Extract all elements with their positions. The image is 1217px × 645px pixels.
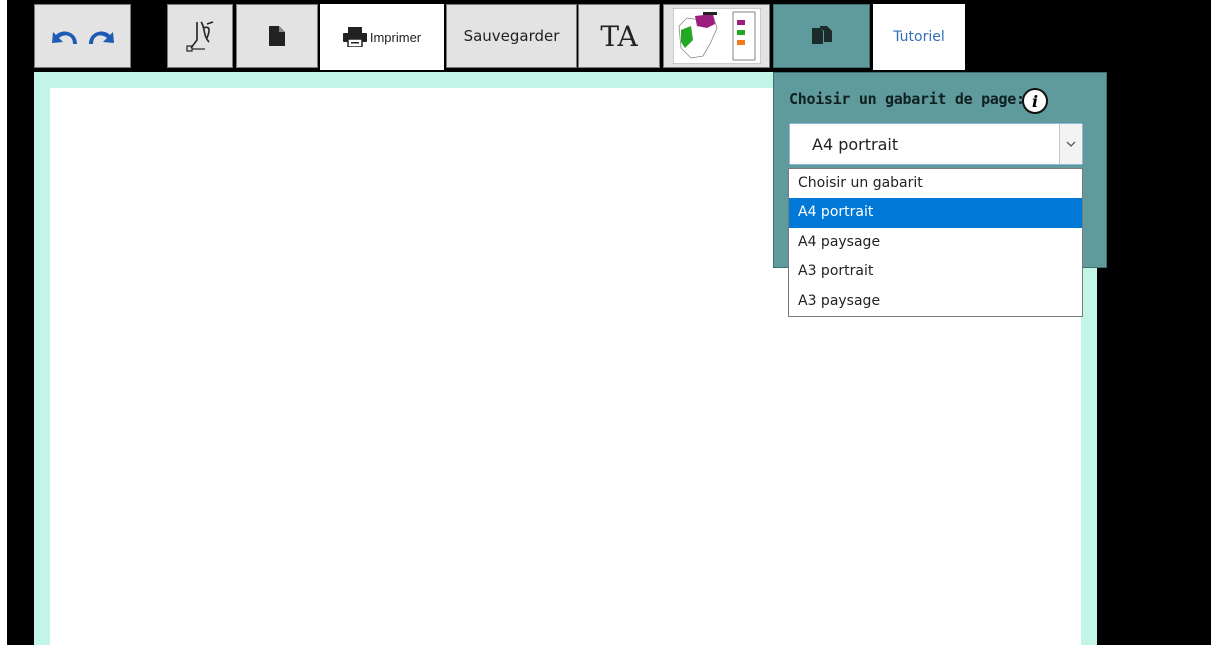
template-option[interactable]: A3 portrait: [789, 257, 1082, 286]
select-value: A4 portrait: [812, 135, 899, 154]
save-label: Sauvegarder: [463, 27, 560, 45]
undo-icon[interactable]: [49, 24, 81, 48]
panel-title: Choisir un gabarit de page:: [789, 90, 1025, 108]
map-legend-button[interactable]: [663, 4, 770, 68]
right-frame: [1211, 0, 1217, 645]
redo-icon[interactable]: [85, 24, 117, 48]
print-button[interactable]: Imprimer: [320, 4, 444, 70]
left-frame: [0, 0, 7, 645]
info-icon[interactable]: i: [1022, 88, 1048, 114]
page-template-select[interactable]: A4 portrait: [789, 123, 1083, 165]
text-tool-label: TA: [600, 19, 638, 53]
undo-redo-group: [34, 4, 131, 68]
toolbar: Imprimer Sauvegarder TA Tutoriel: [0, 0, 1217, 72]
template-option[interactable]: A3 paysage: [789, 287, 1082, 316]
text-tool-button[interactable]: TA: [578, 4, 660, 68]
template-option[interactable]: Choisir un gabarit: [789, 169, 1082, 198]
chevron-down-icon[interactable]: [1059, 124, 1082, 164]
printer-icon: [342, 27, 367, 47]
map-thumbnail-icon: [672, 8, 761, 64]
print-label: Imprimer: [369, 29, 422, 45]
copy-pages-icon: [811, 26, 832, 46]
new-page-button[interactable]: [236, 4, 318, 68]
info-glyph: i: [1031, 91, 1039, 111]
save-button[interactable]: Sauvegarder: [446, 4, 577, 68]
document-icon: [269, 26, 285, 46]
pen-draw-icon: [183, 18, 217, 54]
tutorial-link[interactable]: Tutoriel: [873, 4, 965, 70]
template-option-selected[interactable]: A4 portrait: [789, 198, 1082, 228]
template-options-list: Choisir un gabarit A4 portrait A4 paysag…: [788, 168, 1083, 317]
draw-tool-button[interactable]: [167, 4, 233, 68]
template-option[interactable]: A4 paysage: [789, 228, 1082, 257]
tutorial-label: Tutoriel: [893, 29, 945, 45]
page-template-button[interactable]: [773, 4, 870, 68]
